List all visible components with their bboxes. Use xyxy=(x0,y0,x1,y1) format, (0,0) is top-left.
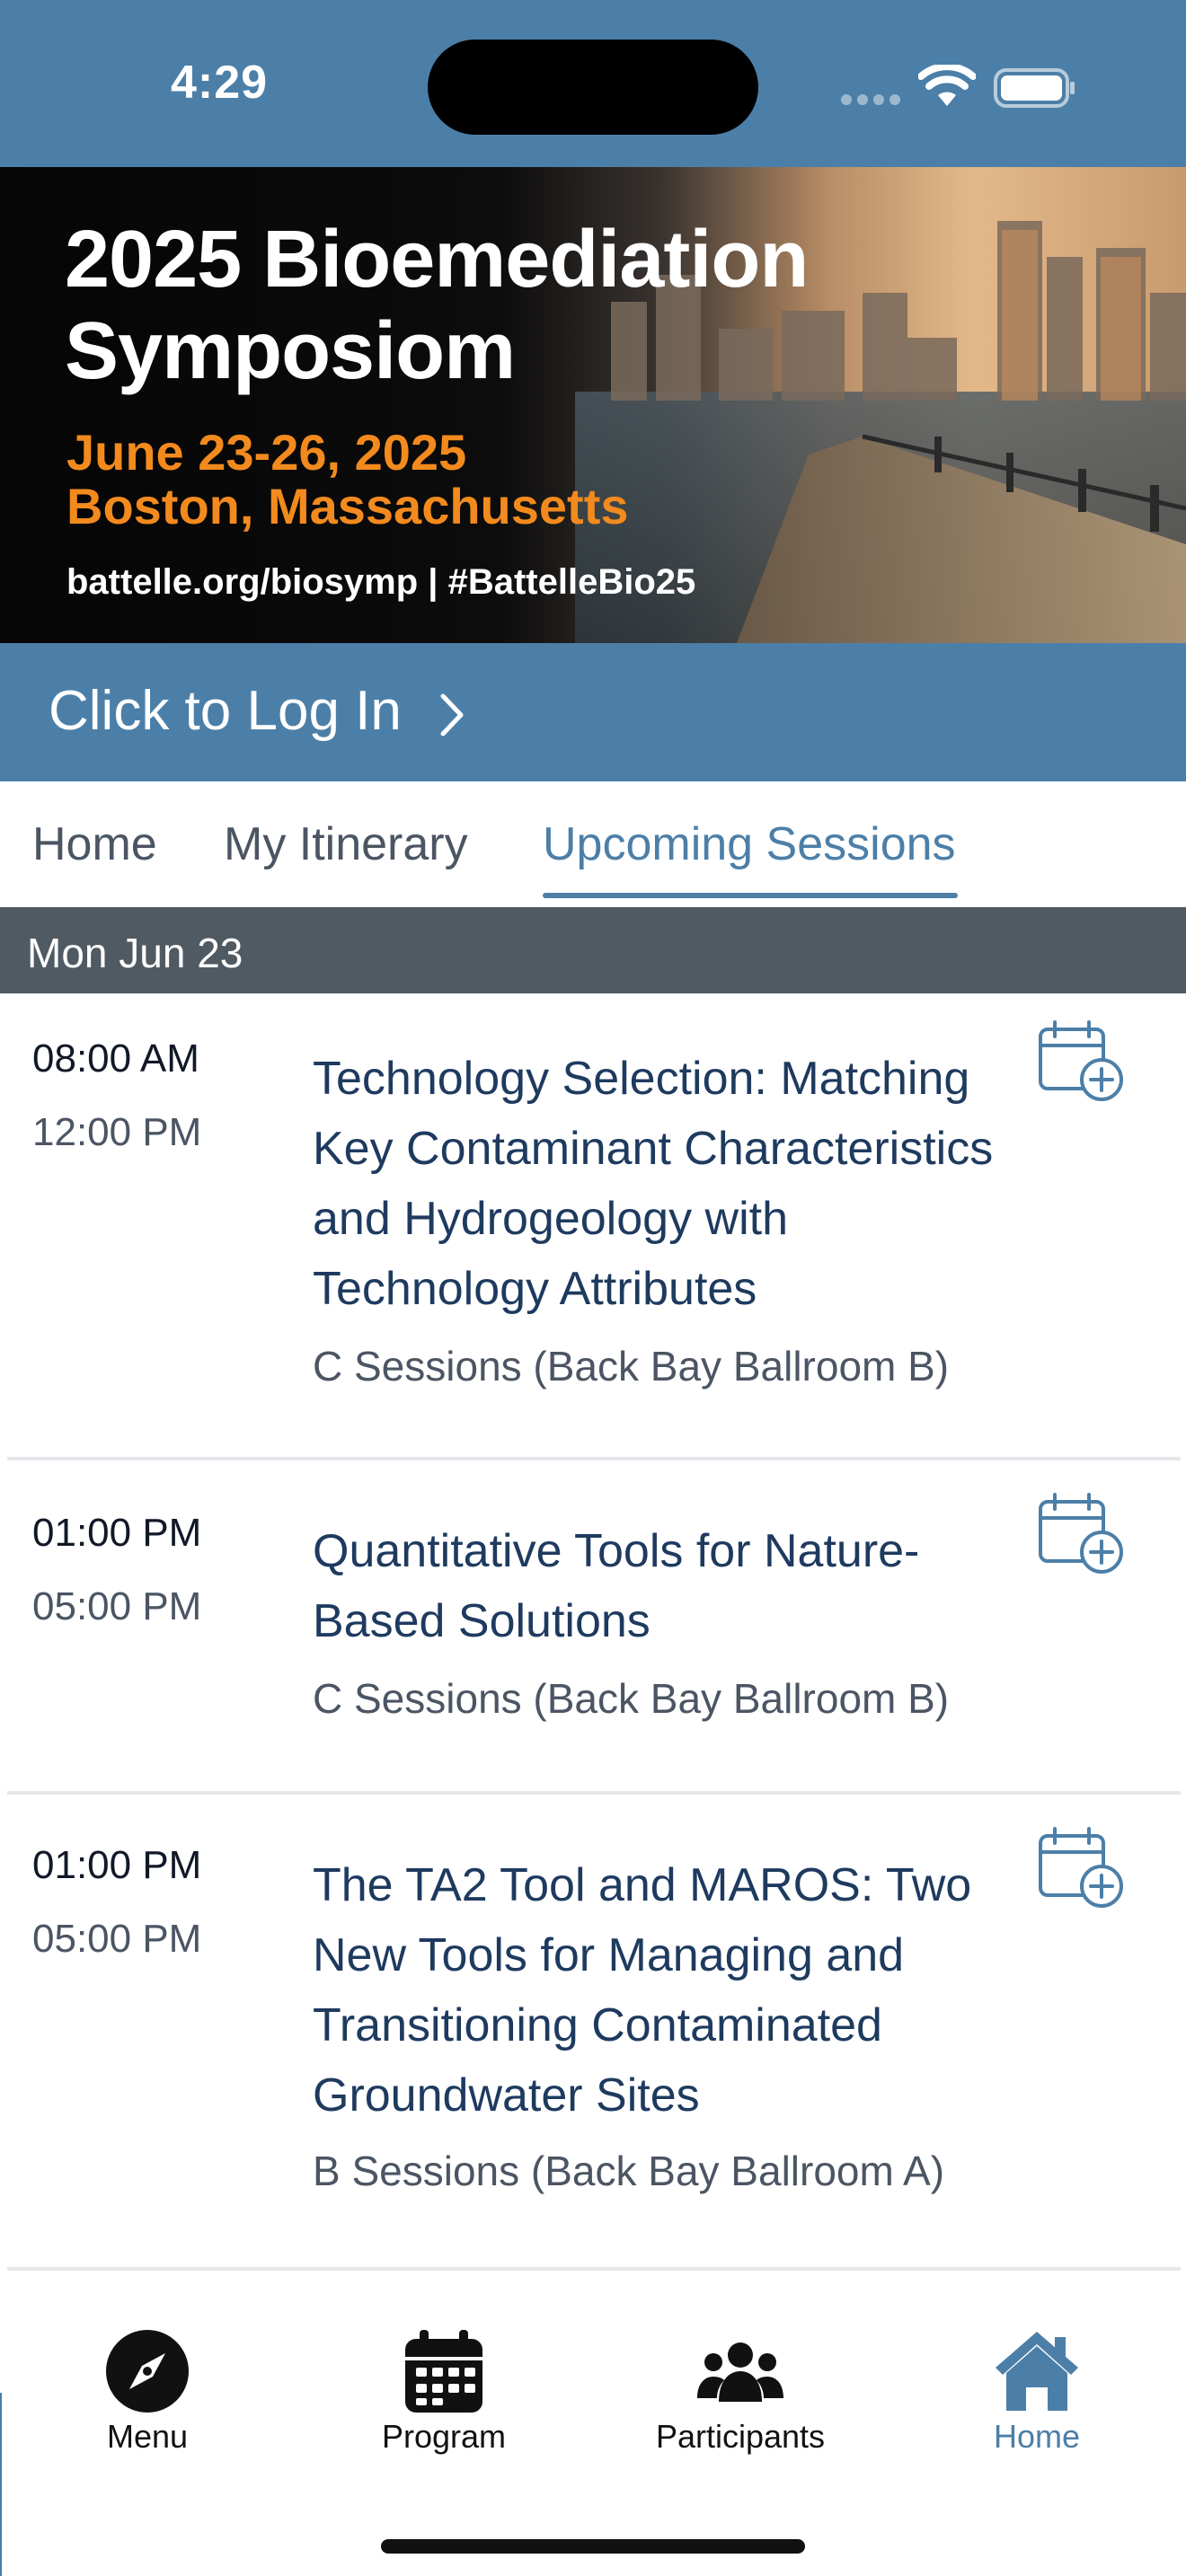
tab-home[interactable]: Home xyxy=(32,817,157,871)
active-tab-indicator xyxy=(543,893,958,898)
status-bar: 4:29 xyxy=(0,0,1186,167)
session-divider xyxy=(7,2267,1181,2271)
home-indicator xyxy=(381,2539,805,2554)
bottom-tab-bar: Menu Program Participants Home xyxy=(0,2272,1186,2576)
tabbar-label: Participants xyxy=(655,2418,826,2455)
tab-my-itinerary[interactable]: My Itinerary xyxy=(224,817,468,871)
cellular-signal-icon xyxy=(841,93,906,110)
add-to-calendar-icon[interactable] xyxy=(1037,1825,1127,1911)
add-to-calendar-icon[interactable] xyxy=(1037,1019,1127,1105)
tabbar-edge-line xyxy=(0,2393,2,2576)
banner-url: battelle.org/biosymp | #BattelleBio25 xyxy=(66,562,696,602)
session-title[interactable]: Technology Selection: Matching Key Conta… xyxy=(313,1044,1031,1324)
banner-location-line: Boston, Massachusetts xyxy=(66,478,629,534)
tab-upcoming-sessions[interactable]: Upcoming Sessions xyxy=(543,817,956,871)
tabbar-label: Program xyxy=(381,2418,507,2455)
day-header: Mon Jun 23 xyxy=(0,907,1186,993)
chevron-right-icon xyxy=(440,693,464,737)
session-title[interactable]: Quantitative Tools for Nature-Based Solu… xyxy=(313,1516,1031,1656)
tabbar-program[interactable]: Program xyxy=(336,2326,552,2456)
banner-title-line2: Symposiom xyxy=(65,306,516,396)
add-to-calendar-icon[interactable] xyxy=(1037,1491,1127,1577)
tabbar-participants[interactable]: Participants xyxy=(633,2326,848,2456)
session-start-time: 01:00 PM xyxy=(32,1843,202,1887)
calendar-icon xyxy=(405,2330,482,2413)
tabbar-label: Menu xyxy=(106,2418,189,2455)
tabbar-menu[interactable]: Menu xyxy=(40,2326,255,2456)
dynamic-island xyxy=(428,40,758,135)
home-icon xyxy=(996,2332,1078,2411)
session-room: C Sessions (Back Bay Ballroom B) xyxy=(313,1343,950,1389)
session-end-time: 05:00 PM xyxy=(32,1584,202,1628)
status-time: 4:29 xyxy=(171,57,269,109)
banner-dates: June 23-26, 2025 Boston, Massachusetts xyxy=(66,426,629,534)
session-room: B Sessions (Back Bay Ballroom A) xyxy=(313,2148,945,2194)
event-banner: 2025 Bioemediation Symposiom June 23-26,… xyxy=(0,167,1186,643)
session-end-time: 05:00 PM xyxy=(32,1917,202,1961)
section-tabs: Home My Itinerary Upcoming Sessions xyxy=(0,781,1186,907)
session-start-time: 01:00 PM xyxy=(32,1511,202,1555)
day-label: Mon Jun 23 xyxy=(27,930,243,976)
session-item[interactable]: 01:00 PM 05:00 PM The TA2 Tool and MAROS… xyxy=(0,1795,1186,2269)
compass-icon xyxy=(106,2330,189,2413)
session-item[interactable]: 01:00 PM 05:00 PM Quantitative Tools for… xyxy=(0,1460,1186,1791)
session-end-time: 12:00 PM xyxy=(32,1110,202,1154)
session-item[interactable]: 08:00 AM 12:00 PM Technology Selection: … xyxy=(0,993,1186,1457)
tabbar-home[interactable]: Home xyxy=(929,2326,1145,2456)
wifi-icon xyxy=(918,65,976,106)
login-button[interactable]: Click to Log In xyxy=(0,643,1186,781)
banner-title: 2025 Bioemediation Symposiom xyxy=(65,214,809,397)
session-room: C Sessions (Back Bay Ballroom B) xyxy=(313,1675,950,1722)
tabbar-label: Home xyxy=(993,2418,1081,2455)
session-title[interactable]: The TA2 Tool and MAROS: Two New Tools fo… xyxy=(313,1850,1031,2130)
banner-title-line1: 2025 Bioemediation xyxy=(65,215,809,304)
battery-icon xyxy=(994,68,1075,108)
users-icon xyxy=(697,2342,783,2402)
banner-date-line: June 23-26, 2025 xyxy=(66,424,467,481)
login-label: Click to Log In xyxy=(49,680,402,742)
session-start-time: 08:00 AM xyxy=(32,1037,199,1081)
